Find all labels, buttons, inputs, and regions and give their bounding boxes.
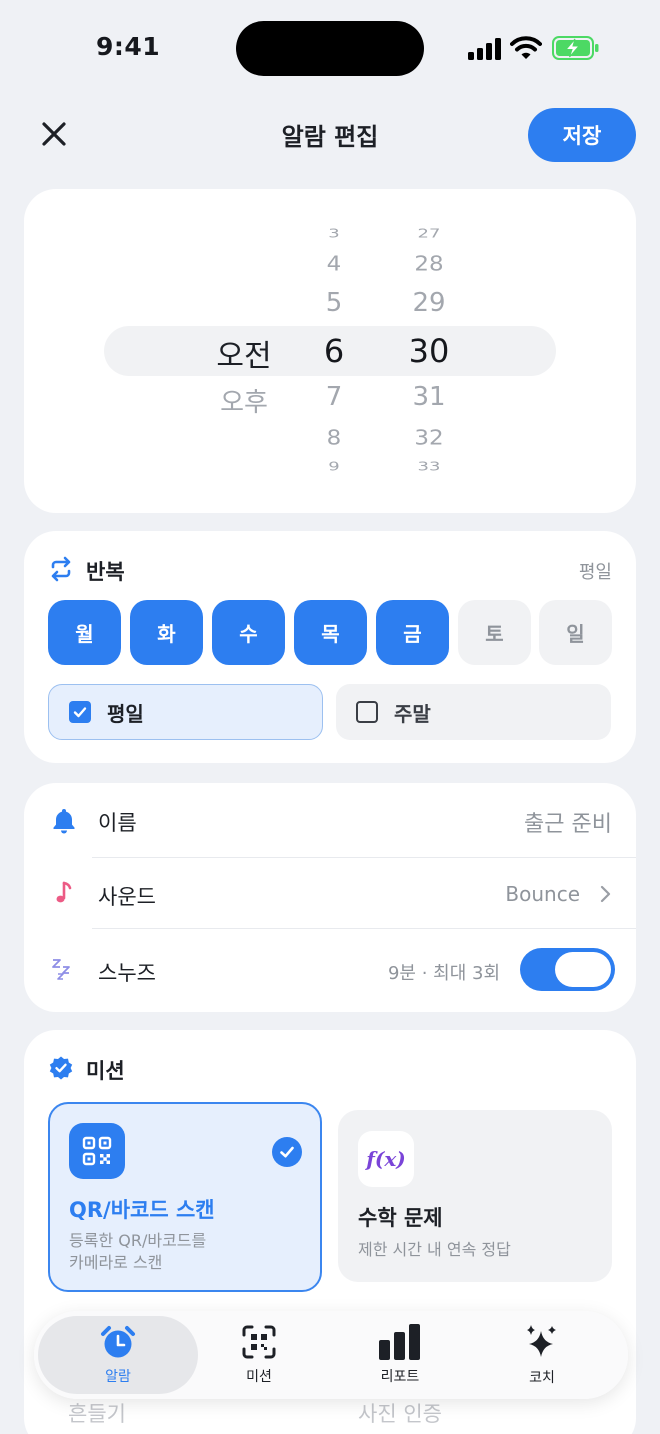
checkbox-empty-icon <box>356 701 378 723</box>
picker-hour[interactable]: 3 <box>304 226 364 241</box>
sound-row[interactable]: 사운드 Bounce <box>24 857 636 929</box>
bell-icon <box>53 809 75 834</box>
day-mon-button[interactable]: 월 <box>48 600 121 665</box>
mission-option-title: 수학 문제 <box>358 1206 443 1230</box>
hidden-mission-photo: 사진 인증 <box>358 1402 442 1426</box>
day-thu-button[interactable]: 목 <box>294 600 367 665</box>
checkbox-checked-icon <box>69 701 91 723</box>
sparkle-icon <box>527 1325 556 1357</box>
tab-mission[interactable]: 미션 <box>212 1311 306 1399</box>
mission-option-title: QR/바코드 스캔 <box>69 1198 215 1222</box>
picker-hour[interactable]: 5 <box>304 288 364 318</box>
picker-minute[interactable]: 31 <box>394 382 464 412</box>
tab-report[interactable]: 리포트 <box>352 1311 448 1399</box>
day-tue-button[interactable]: 화 <box>130 600 203 665</box>
bar-chart-icon <box>379 1324 420 1360</box>
tab-label: 코치 <box>529 1370 555 1386</box>
repeat-icon <box>51 556 71 582</box>
repeat-summary: 평일 <box>578 562 612 583</box>
day-wed-button[interactable]: 수 <box>212 600 285 665</box>
battery-charging-icon <box>552 36 599 60</box>
name-label: 이름 <box>98 811 137 835</box>
selected-check-icon <box>272 1137 302 1167</box>
weekend-preset-label: 주말 <box>394 701 431 726</box>
picker-ampm-am[interactable]: 오전 <box>194 331 294 375</box>
snooze-zzz-icon <box>52 959 70 980</box>
picker-hour[interactable]: 8 <box>304 426 364 449</box>
mission-option-desc: 카메라로 스캔 <box>69 1253 163 1272</box>
divider <box>92 928 636 929</box>
tab-label: 미션 <box>246 1369 272 1385</box>
weekday-preset-button[interactable]: 평일 <box>48 684 323 740</box>
picker-minute[interactable]: 33 <box>394 459 464 474</box>
function-icon: f(x) <box>358 1131 414 1187</box>
signal-icon <box>468 38 501 60</box>
day-sat-button[interactable]: 토 <box>458 600 531 665</box>
qr-scan-icon <box>242 1325 276 1359</box>
qr-code-icon <box>69 1123 125 1179</box>
sound-value: Bounce <box>505 882 580 906</box>
music-note-icon <box>56 881 72 903</box>
picker-minute[interactable]: 32 <box>394 426 464 449</box>
picker-hour[interactable]: 4 <box>304 252 364 275</box>
picker-hour-selected[interactable]: 6 <box>304 332 364 370</box>
status-time: 9:41 <box>96 32 161 61</box>
repeat-title: 반복 <box>86 560 125 584</box>
picker-minute[interactable]: 28 <box>394 252 464 275</box>
settings-card: 이름 출근 준비 사운드 Bounce 스누즈 9분 · 최대 3회 <box>24 783 636 1012</box>
picker-minute-selected[interactable]: 30 <box>394 332 464 370</box>
mission-option-desc: 등록한 QR/바코드를 <box>69 1231 207 1250</box>
save-button[interactable]: 저장 <box>528 108 636 162</box>
mission-option-math[interactable]: f(x) 수학 문제 제한 시간 내 연속 정답 <box>338 1110 612 1282</box>
name-row[interactable]: 이름 출근 준비 <box>24 783 636 855</box>
picker-minute[interactable]: 29 <box>394 288 464 318</box>
day-fri-button[interactable]: 금 <box>376 600 449 665</box>
snooze-value: 9분 · 최대 3회 <box>387 963 500 984</box>
snooze-label: 스누즈 <box>98 961 156 985</box>
repeat-card: 반복 평일 월 화 수 목 금 토 일 평일 주말 <box>24 531 636 763</box>
picker-hour[interactable]: 7 <box>304 382 364 412</box>
tab-alarm[interactable]: 알람 <box>38 1316 198 1394</box>
weekday-preset-label: 평일 <box>107 701 144 726</box>
weekend-preset-button[interactable]: 주말 <box>336 684 611 740</box>
name-value: 출근 준비 <box>524 812 612 837</box>
toggle-knob <box>555 952 611 987</box>
time-picker[interactable]: 오전 오후 3 4 5 6 7 8 9 27 28 29 30 31 32 33 <box>24 189 636 513</box>
alarm-clock-icon <box>101 1326 135 1358</box>
picker-minute[interactable]: 27 <box>394 226 464 241</box>
day-sun-button[interactable]: 일 <box>539 600 612 665</box>
hidden-mission-shake: 흔들기 <box>68 1402 126 1426</box>
picker-hour[interactable]: 9 <box>304 459 364 474</box>
snooze-toggle[interactable] <box>520 948 615 991</box>
dynamic-island <box>236 21 424 76</box>
function-icon-label: f(x) <box>366 1147 406 1171</box>
chevron-right-icon <box>600 885 611 903</box>
picker-ampm-pm[interactable]: 오후 <box>194 382 294 419</box>
wifi-icon <box>510 36 542 59</box>
tab-label: 리포트 <box>380 1369 420 1385</box>
verified-badge-icon <box>49 1056 73 1080</box>
mission-option-desc: 제한 시간 내 연속 정답 <box>358 1240 511 1259</box>
tab-bar: 알람 미션 리포트 코치 <box>34 1311 628 1399</box>
mission-title: 미션 <box>86 1059 125 1083</box>
mission-option-qr[interactable]: QR/바코드 스캔 등록한 QR/바코드를 카메라로 스캔 <box>48 1102 322 1292</box>
tab-label: 알람 <box>105 1369 131 1385</box>
sound-label: 사운드 <box>98 885 156 909</box>
tab-coach[interactable]: 코치 <box>496 1311 588 1399</box>
